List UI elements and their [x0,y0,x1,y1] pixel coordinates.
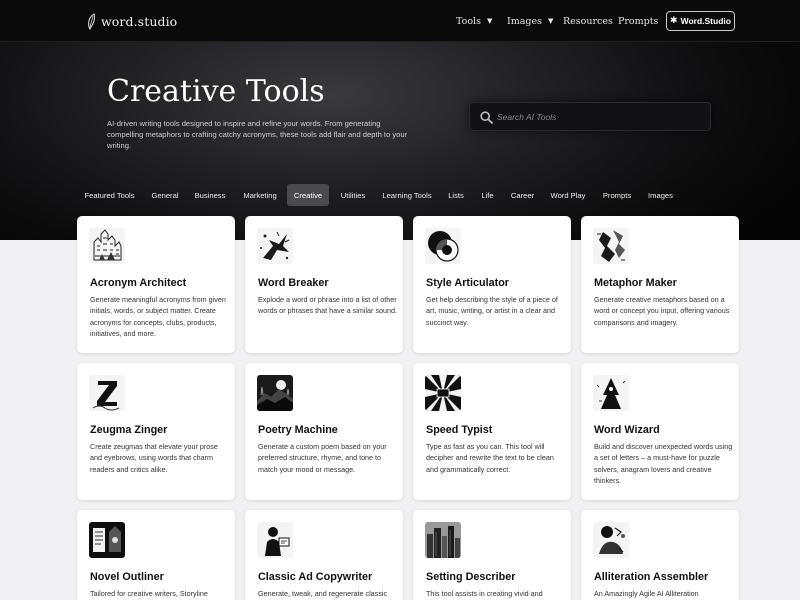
tab-career[interactable]: Career [507,184,538,206]
city-skyline-icon [425,522,461,558]
city-sketch-icon [89,228,125,264]
tab-images[interactable]: Images [645,184,676,206]
tool-title: Classic Ad Copywriter [258,571,373,583]
tool-description: Explode a word or phrase into a list of … [258,295,398,316]
nav-label: Tools [456,15,481,27]
tool-description: This tool assists in creating vivid and [426,589,543,598]
tool-title: Word Wizard [594,424,660,436]
tab-creative[interactable]: Creative [287,184,329,206]
tab-learning-tools[interactable]: Learning Tools [379,184,435,206]
tool-description: Tailored for creative writers, Storyline [90,589,208,598]
tool-description: Build and discover unexpected words usin… [594,442,733,485]
nav-item-images[interactable]: Images ▼ [507,14,553,28]
tab-general[interactable]: General [147,184,183,206]
tool-card-alliteration-assembler[interactable]: Alliteration Assembler An Amazingly Agil… [581,510,739,600]
nav-item-tools[interactable]: Tools ▼ [456,14,492,28]
tool-title: Setting Describer [426,571,516,583]
tab-word-play[interactable]: Word Play [547,184,589,206]
tool-title: Style Articulator [426,277,509,289]
tool-card-word-wizard[interactable]: Word Wizard Build and discover unexpecte… [581,363,739,500]
book-scene-icon [89,522,125,558]
tool-description: Generate creative metaphors based on a w… [594,295,730,327]
tool-description: Type as fast as you can. This tool will … [426,442,554,474]
abstract-circles-icon [425,228,461,264]
page-description: AI-driven writing tools designed to insp… [107,119,408,150]
tab-featured-tools[interactable]: Featured Tools [80,184,139,206]
caret-down-icon: ▼ [486,17,493,25]
tool-card-speed-typist[interactable]: Speed Typist Type as fast as you can. Th… [413,363,571,500]
cta-label: Word.Studio [680,16,731,26]
tool-card-novel-outliner[interactable]: Novel Outliner Tailored for creative wri… [77,510,235,600]
tool-card-metaphor-maker[interactable]: Metaphor Maker Generate creative metapho… [581,216,739,353]
tool-title: Novel Outliner [90,571,164,583]
nav-label: Resources [563,15,613,27]
alliteration-figure-icon [593,522,629,558]
top-navigation-bar: word.studio Tools ▼ Images ▼ Resources P… [0,0,800,42]
tool-title: Metaphor Maker [594,277,677,289]
page-title: Creative Tools [107,74,325,109]
tab-marketing[interactable]: Marketing [238,184,282,206]
tab-prompts[interactable]: Prompts [597,184,637,206]
nav-label: Images [507,15,543,27]
tool-card-word-breaker[interactable]: Word Breaker Explode a word or phrase in… [245,216,403,353]
tool-card-poetry-machine[interactable]: Poetry Machine Generate a custom poem ba… [245,363,403,500]
tool-card-zeugma-zinger[interactable]: Zeugma Zinger Create zeugmas that elevat… [77,363,235,500]
moonlit-landscape-icon [257,375,293,411]
tool-title: Zeugma Zinger [90,424,168,436]
search-input[interactable] [497,108,697,126]
brand-name: word.studio [101,13,178,29]
wizard-icon [593,375,629,411]
tool-card-acronym-architect[interactable]: Acronym Architect Generate meaningful ac… [77,216,235,353]
tab-utilities[interactable]: Utilities [335,184,371,206]
tool-description: Create zeugmas that elevate your prose a… [90,442,218,474]
tool-description: Get help describing the style of a piece… [426,295,558,327]
tool-description: Generate meaningful acronyms from given … [90,295,226,338]
tab-life[interactable]: Life [477,184,498,206]
tool-card-classic-ad-copywriter[interactable]: Classic Ad Copywriter Generate, tweak, a… [245,510,403,600]
tool-title: Speed Typist [426,424,493,436]
tool-title: Acronym Architect [90,277,187,289]
gear-icon: ✱ [670,16,678,26]
vintage-ad-icon [257,522,293,558]
tool-card-setting-describer[interactable]: Setting Describer This tool assists in c… [413,510,571,600]
speed-rays-icon [425,375,461,411]
tool-description: An Amazingly Agile AI Alliteration [594,589,699,598]
tab-business[interactable]: Business [191,184,229,206]
tab-lists[interactable]: Lists [444,184,468,206]
tool-title: Poetry Machine [258,424,338,436]
brand-logo[interactable]: word.studio [86,11,177,31]
tool-description: Generate, tweak, and regenerate classic [258,589,388,598]
search-box[interactable] [469,102,711,131]
category-tabs: Featured Tools General Business Marketin… [0,184,800,206]
caret-down-icon: ▼ [548,17,554,25]
search-icon [480,111,493,124]
feather-icon [88,12,95,30]
letter-z-icon [89,375,125,411]
nav-item-prompts[interactable]: Prompts [618,14,658,28]
tool-title: Alliteration Assembler [594,571,709,583]
tool-card-style-articulator[interactable]: Style Articulator Get help describing th… [413,216,571,353]
exploding-word-icon [257,228,293,264]
word-studio-button[interactable]: ✱ Word.Studio [666,11,735,31]
tool-description: Generate a custom poem based on your pre… [258,442,387,474]
tool-title: Word Breaker [258,277,329,289]
abstract-figure-icon [593,228,629,264]
nav-item-resources[interactable]: Resources [563,14,613,28]
nav-label: Prompts [618,15,659,27]
